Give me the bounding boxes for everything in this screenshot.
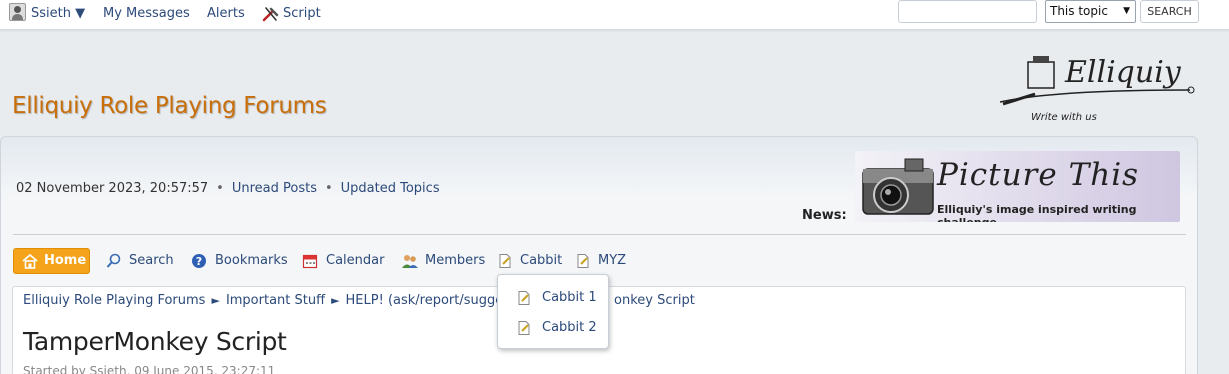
cabbit-dropdown-menu: Cabbit 1 Cabbit 2 <box>497 274 609 349</box>
topic-started-by: Started by Ssieth, 09 June 2015, 23:27:1… <box>23 364 276 374</box>
separator-dot: • <box>216 181 224 196</box>
nav-cabbit[interactable]: Cabbit <box>497 253 562 271</box>
breadcrumb-arrow-icon: ► <box>331 294 340 307</box>
nav-calendar[interactable]: Calendar <box>302 253 387 271</box>
chevron-down-icon: ▼ <box>1123 6 1130 16</box>
document-icon <box>518 291 530 305</box>
camera-icon <box>862 158 934 215</box>
current-datetime: 02 November 2023, 20:57:57 <box>16 181 209 196</box>
topic-title: TamperMonkey Script <box>23 327 287 356</box>
document-icon <box>518 321 530 335</box>
nav-myz-label: MYZ <box>598 253 627 268</box>
banner-subtitle: Elliquiy's image inspired writing challe… <box>937 203 1137 222</box>
my-messages-link[interactable]: My Messages <box>103 5 190 23</box>
info-line: 02 November 2023, 20:57:57 • Unread Posts •… <box>16 181 440 196</box>
dropdown-item-label: Cabbit 1 <box>542 290 597 305</box>
nav-cabbit-label: Cabbit <box>520 253 563 268</box>
nav-bookmarks-label: Bookmarks <box>215 253 288 268</box>
help-circle-icon: ? <box>192 254 206 268</box>
news-banner[interactable]: Picture This Elliquiy's image inspired w… <box>855 151 1180 222</box>
search-icon <box>106 253 121 268</box>
breadcrumb-item[interactable]: Elliquiy Role Playing Forums <box>23 293 205 308</box>
site-title[interactable]: Elliquiy Role Playing Forums <box>12 93 327 119</box>
breadcrumb-arrow-icon: ► <box>211 294 220 307</box>
home-icon <box>22 253 38 269</box>
banner-title: Picture This <box>937 157 1140 193</box>
user-menu[interactable]: Ssieth ▼ <box>31 5 85 23</box>
search-input[interactable] <box>898 0 1037 23</box>
nav-home-button[interactable]: Home <box>13 248 90 274</box>
divider <box>13 234 1186 235</box>
members-icon <box>402 255 418 268</box>
updated-topics-link[interactable]: Updated Topics <box>341 181 440 196</box>
nav-calendar-label: Calendar <box>326 253 385 268</box>
calendar-icon <box>302 254 318 269</box>
search-scope-value: This topic <box>1050 4 1108 18</box>
tools-icon[interactable] <box>262 6 280 22</box>
separator-dot: • <box>324 181 333 196</box>
nav-home-label: Home <box>44 253 87 268</box>
logo-tagline: Write with us <box>1031 112 1097 123</box>
top-bar: Ssieth ▼ My Messages Alerts Script This … <box>0 0 1229 30</box>
breadcrumb-item-tail[interactable]: onkey Script <box>614 293 695 308</box>
nav-myz[interactable]: MYZ <box>575 253 630 271</box>
dropdown-item-label: Cabbit 2 <box>542 320 597 335</box>
nav-bookmarks[interactable]: ? Bookmarks <box>191 253 288 271</box>
alerts-link[interactable]: Alerts <box>207 5 245 23</box>
breadcrumb-item[interactable]: Important Stuff <box>226 293 325 308</box>
search-button[interactable]: SEARCH <box>1140 0 1199 23</box>
svg-text:?: ? <box>196 255 202 268</box>
logo-text: Elliquiy <box>1064 55 1182 90</box>
nav-search-label: Search <box>129 253 174 268</box>
news-label: News: <box>802 208 847 223</box>
document-icon <box>577 254 589 268</box>
search-scope-select[interactable]: This topic ▼ <box>1045 0 1136 23</box>
nav-members-label: Members <box>425 253 486 268</box>
script-link[interactable]: Script <box>283 5 321 23</box>
user-avatar-icon[interactable] <box>9 3 26 21</box>
unread-posts-link[interactable]: Unread Posts <box>232 181 317 196</box>
site-logo[interactable]: Elliquiy Write with us <box>995 50 1200 125</box>
document-icon <box>499 254 511 268</box>
nav-search[interactable]: Search <box>106 253 176 271</box>
nav-members[interactable]: Members <box>401 253 486 271</box>
breadcrumb: Elliquiy Role Playing Forums ► Important S… <box>23 293 543 308</box>
